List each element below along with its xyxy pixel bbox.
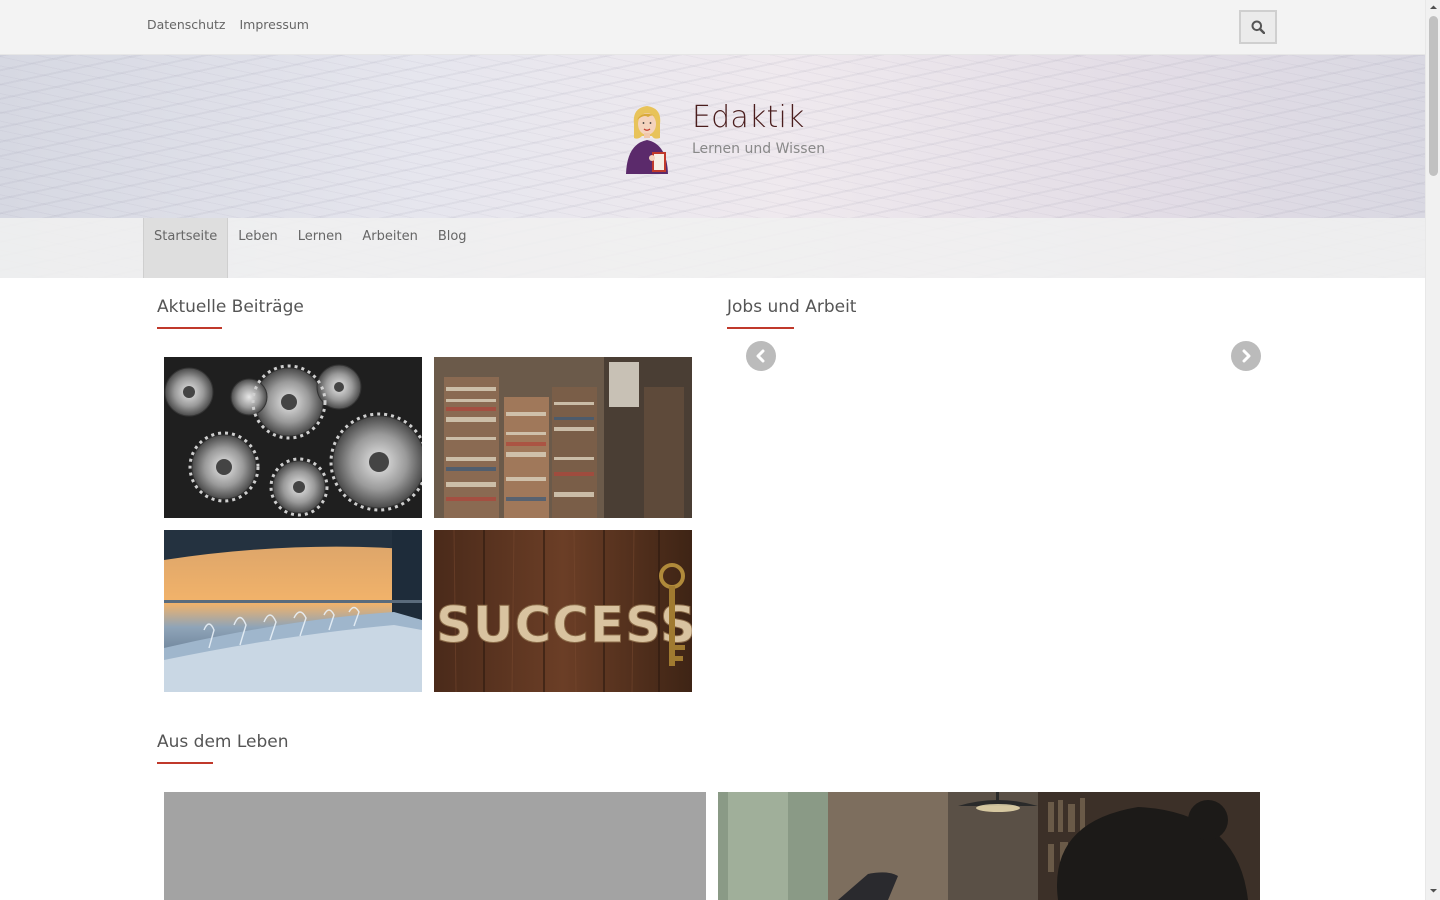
scrollbar-thumb[interactable] <box>1429 16 1438 176</box>
main-nav: Startseite Leben Lernen Arbeiten Blog <box>0 218 1425 278</box>
life-tile-woman-laptop[interactable] <box>718 792 1260 900</box>
post-tile-dinner[interactable] <box>164 530 422 692</box>
dinner-image <box>164 530 422 692</box>
life-tile-placeholder[interactable] <box>164 792 706 900</box>
woman-laptop-image <box>718 792 1260 900</box>
section-underline <box>157 327 222 329</box>
brand-text: Edaktik Lernen und Wissen <box>692 100 826 157</box>
scroll-up-icon[interactable] <box>1429 3 1438 12</box>
scroll-down-icon[interactable] <box>1429 886 1438 895</box>
nav-item-lernen[interactable]: Lernen <box>288 218 353 278</box>
header-banner: Edaktik Lernen und Wissen Startseite Leb… <box>0 55 1425 278</box>
section-underline <box>157 762 213 764</box>
nav-item-leben[interactable]: Leben <box>228 218 288 278</box>
section-title-recent-posts: Aktuelle Beiträge <box>157 297 304 317</box>
site-title[interactable]: Edaktik <box>692 100 825 135</box>
nav-items: Startseite Leben Lernen Arbeiten Blog <box>143 218 477 278</box>
top-bar: Datenschutz Impressum <box>0 0 1425 55</box>
section-underline <box>727 327 794 329</box>
top-link-datenschutz[interactable]: Datenschutz <box>147 17 226 32</box>
carousel-prev-button[interactable] <box>746 341 776 371</box>
chevron-left-icon <box>756 349 765 363</box>
nav-item-startseite[interactable]: Startseite <box>143 218 229 278</box>
success-word: SUCCESS <box>436 596 692 654</box>
post-tile-gears[interactable] <box>164 357 422 518</box>
avatar-icon <box>626 106 668 174</box>
search-button[interactable] <box>1239 10 1277 44</box>
site-tagline: Lernen und Wissen <box>692 141 826 157</box>
chevron-right-icon <box>1242 349 1251 363</box>
search-icon <box>1251 20 1265 34</box>
top-links: Datenschutz Impressum <box>147 17 309 32</box>
page-scrollbar[interactable] <box>1425 0 1440 900</box>
carousel-next-button[interactable] <box>1231 341 1261 371</box>
section-title-jobs: Jobs und Arbeit <box>727 297 857 317</box>
post-tile-books[interactable] <box>434 357 692 518</box>
section-title-life: Aus dem Leben <box>157 732 289 752</box>
nav-item-arbeiten[interactable]: Arbeiten <box>352 218 427 278</box>
post-tile-success[interactable]: SUCCESS <box>434 530 692 692</box>
site-branding[interactable]: Edaktik Lernen und Wissen <box>622 100 826 174</box>
gears-image <box>164 357 422 518</box>
top-link-impressum[interactable]: Impressum <box>240 17 309 32</box>
success-image: SUCCESS <box>434 530 692 692</box>
nav-item-blog[interactable]: Blog <box>428 218 477 278</box>
books-image <box>434 357 692 518</box>
